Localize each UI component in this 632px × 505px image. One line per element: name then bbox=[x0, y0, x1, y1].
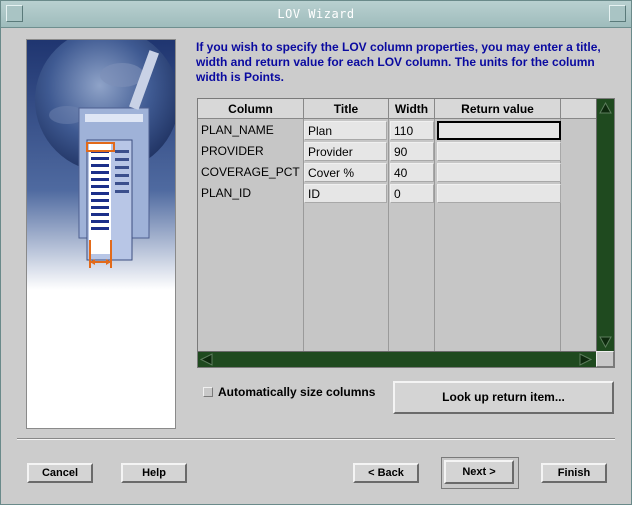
row-3-return-value-input[interactable] bbox=[437, 163, 561, 182]
scroll-down-arrow-icon[interactable] bbox=[599, 336, 612, 349]
scroll-corner bbox=[596, 351, 614, 367]
row-4-width-input[interactable]: 0 bbox=[390, 184, 434, 203]
scroll-left-arrow-icon[interactable] bbox=[199, 353, 213, 366]
wizard-illustration bbox=[26, 39, 176, 429]
title-bar[interactable]: LOV Wizard bbox=[1, 1, 631, 28]
scroll-right-arrow-icon[interactable] bbox=[579, 353, 593, 366]
back-button[interactable]: < Back bbox=[353, 463, 419, 483]
auto-size-columns-checkbox[interactable] bbox=[203, 387, 213, 397]
finish-button[interactable]: Finish bbox=[541, 463, 607, 483]
vertical-scrollbar[interactable] bbox=[596, 99, 614, 351]
row-4-title-input[interactable]: ID bbox=[304, 184, 387, 203]
row-2-return-value-input[interactable] bbox=[437, 142, 561, 161]
row-1-title-input[interactable]: Plan bbox=[304, 121, 387, 140]
horizontal-scrollbar[interactable] bbox=[198, 351, 596, 367]
row-4-column: PLAN_ID bbox=[201, 186, 252, 200]
help-button[interactable]: Help bbox=[121, 463, 187, 483]
row-2-title-input[interactable]: Provider bbox=[304, 142, 387, 161]
cancel-button[interactable]: Cancel bbox=[27, 463, 93, 483]
row-2-width-input[interactable]: 90 bbox=[390, 142, 434, 161]
lov-columns-table[interactable]: Column Title Width Return value PLAN_NAM… bbox=[197, 98, 615, 368]
next-button[interactable]: Next > bbox=[444, 460, 514, 484]
row-3-title-input[interactable]: Cover % bbox=[304, 163, 387, 182]
row-1-return-value-input[interactable] bbox=[437, 121, 561, 140]
header-return-value[interactable]: Return value bbox=[435, 99, 561, 119]
wizard-illustration-graphic bbox=[27, 40, 175, 290]
row-1-width-input[interactable]: 110 bbox=[390, 121, 434, 140]
row-4-return-value-input[interactable] bbox=[437, 184, 561, 203]
header-title[interactable]: Title bbox=[304, 99, 389, 119]
button-separator bbox=[17, 438, 615, 440]
look-up-return-item-button[interactable]: Look up return item... bbox=[393, 381, 614, 414]
scroll-up-arrow-icon[interactable] bbox=[599, 101, 612, 114]
window-title: LOV Wizard bbox=[277, 7, 355, 21]
vertical-scroll-arrows bbox=[599, 101, 612, 349]
header-column[interactable]: Column bbox=[198, 99, 304, 119]
auto-size-columns-option[interactable]: Automatically size columns bbox=[203, 385, 375, 399]
row-3-width-input[interactable]: 40 bbox=[390, 163, 434, 182]
row-1-column: PLAN_NAME bbox=[201, 123, 274, 137]
lov-wizard-window: LOV Wizard If you wish to specify the LO… bbox=[0, 0, 632, 505]
auto-size-columns-label: Automatically size columns bbox=[218, 385, 376, 399]
row-2-column: PROVIDER bbox=[201, 144, 264, 158]
row-3-column: COVERAGE_PCT bbox=[201, 165, 300, 179]
header-width[interactable]: Width bbox=[389, 99, 435, 119]
header-filler bbox=[561, 99, 598, 119]
horizontal-scroll-arrows bbox=[199, 353, 593, 366]
instructions-text: If you wish to specify the LOV column pr… bbox=[196, 40, 601, 84]
window-close-button[interactable] bbox=[609, 5, 626, 22]
next-button-frame[interactable]: Next > bbox=[441, 457, 519, 489]
